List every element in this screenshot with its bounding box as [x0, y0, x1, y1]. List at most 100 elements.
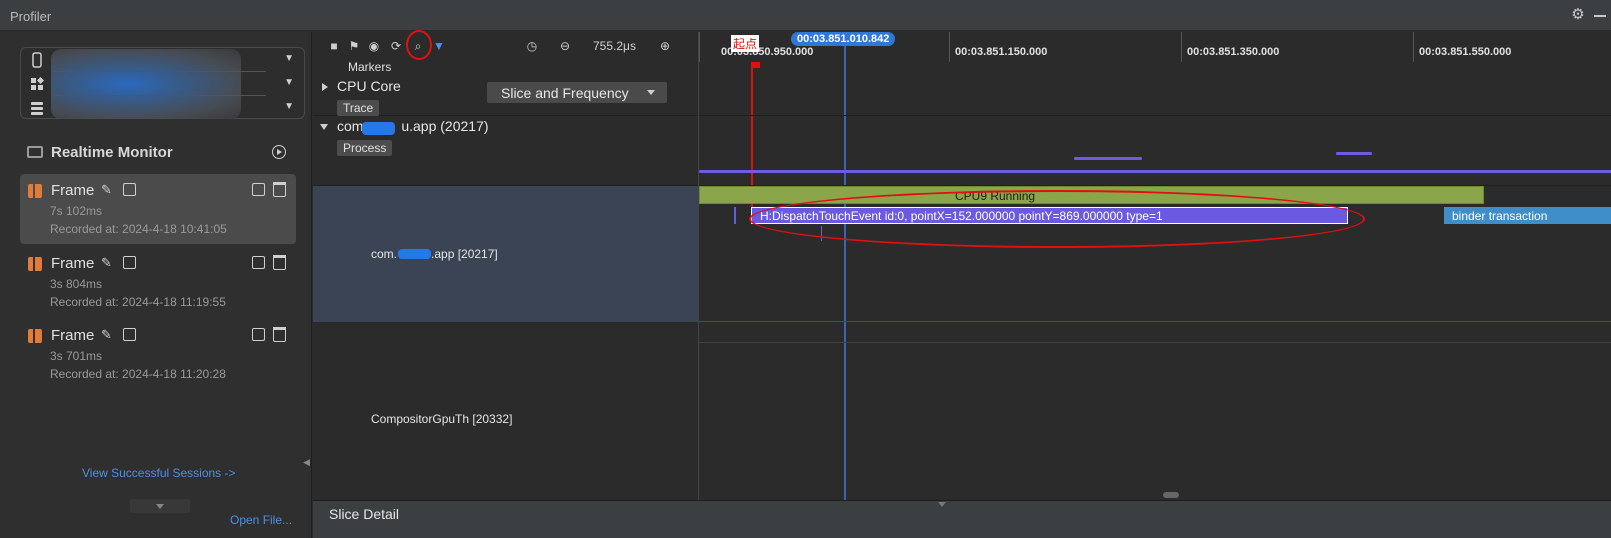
device-selector: ▼ ▼ ▼	[20, 47, 305, 119]
annotation-circle	[406, 30, 432, 60]
time-tick: 00:03.851.150.000	[955, 46, 1048, 58]
session-name: Frame	[51, 327, 95, 344]
timeline-toolbar: ■ ⚑ ◉ ⟳ ⌕ ▼ ◷ ⊖ 755.2μs ⊕	[313, 30, 698, 60]
process-track[interactable]	[699, 116, 1611, 186]
thread-slices[interactable]: CPU9 Running H:DispatchTouchEvent id:0, …	[699, 186, 1611, 322]
stop-icon[interactable]: ■	[328, 40, 340, 52]
title-bar: Profiler ⚙	[0, 0, 1611, 31]
phone-icon	[32, 52, 42, 68]
process-activity-bar[interactable]	[699, 170, 1611, 173]
flag-icon[interactable]: ⚑	[348, 40, 360, 52]
apps-icon	[31, 76, 45, 90]
binder-transaction-slice[interactable]: binder transaction	[1444, 207, 1611, 224]
save-icon[interactable]	[252, 328, 265, 341]
session-name: Frame	[51, 182, 95, 199]
sync-icon[interactable]: ⟳	[390, 40, 402, 52]
minimize-icon[interactable]	[1594, 15, 1606, 17]
chevron-down-icon: ▼	[284, 101, 294, 112]
zoom-level: 755.2μs	[593, 39, 636, 53]
time-tick: 00:03.851.550.000	[1419, 46, 1512, 58]
compositor-track[interactable]	[699, 342, 1611, 343]
edit-icon[interactable]: ✎	[101, 183, 115, 197]
slice-label: binder transaction	[1452, 209, 1548, 223]
marker-annotation: 起点	[731, 35, 760, 52]
edit-icon[interactable]: ✎	[101, 328, 115, 342]
cpu-core-track-header[interactable]: CPU Core Trace Slice and Frequency	[313, 76, 698, 116]
monitor-icon	[27, 146, 43, 158]
frame-icon	[28, 257, 42, 271]
dropdown-label: Slice and Frequency	[501, 85, 629, 101]
trace-tag: Trace	[337, 100, 380, 116]
session-duration: 3s 701ms	[50, 349, 103, 363]
clock-icon[interactable]: ◷	[526, 40, 538, 52]
slice-frequency-dropdown[interactable]: Slice and Frequency	[487, 82, 667, 103]
document-icon[interactable]	[123, 256, 136, 269]
chevron-down-icon: ▼	[284, 53, 294, 64]
timeline-view: ■ ⚑ ◉ ⟳ ⌕ ▼ ◷ ⊖ 755.2μs ⊕ Markers CPU Co…	[313, 30, 1611, 500]
session-recorded-at: Recorded at: 2024-4-18 11:19:55	[50, 295, 226, 309]
time-cursor-badge[interactable]: 00:03.851.010.842	[791, 32, 896, 46]
annotation-ellipse	[749, 190, 1365, 248]
sessions-panel: ▼ ▼ ▼ Realtime Monitor Frame ✎ 7s 102ms …	[0, 32, 312, 538]
cpu-core-track[interactable]	[699, 76, 1611, 116]
session-duration: 7s 102ms	[50, 204, 103, 218]
zoom-out-icon[interactable]: ⊖	[559, 40, 571, 52]
expand-handle-icon[interactable]	[938, 502, 946, 507]
chevron-down-icon: ▼	[284, 77, 294, 88]
trash-icon[interactable]	[273, 182, 286, 197]
session-item[interactable]: Frame ✎ 3s 804ms Recorded at: 2024-4-18 …	[20, 247, 296, 317]
template-dropdown[interactable]: ▼	[21, 96, 306, 120]
globe-icon[interactable]: ◉	[368, 40, 380, 52]
window-title: Profiler	[10, 9, 52, 24]
panel-collapse-arrow-icon[interactable]: ◀	[303, 457, 311, 477]
small-slice[interactable]	[734, 207, 736, 224]
collapse-handle[interactable]	[130, 499, 190, 513]
layers-icon	[31, 102, 43, 115]
slice-detail-panel: Slice Detail	[313, 500, 1611, 538]
realtime-monitor[interactable]: Realtime Monitor	[20, 139, 305, 169]
zoom-in-icon[interactable]: ⊕	[659, 40, 671, 52]
session-item[interactable]: Frame ✎ 7s 102ms Recorded at: 2024-4-18 …	[20, 174, 296, 244]
redaction-mark	[398, 249, 431, 259]
cpu-core-title: CPU Core	[337, 78, 401, 94]
session-recorded-at: Recorded at: 2024-4-18 10:41:05	[50, 222, 227, 236]
trash-icon[interactable]	[273, 255, 286, 270]
frame-icon	[28, 184, 42, 198]
filter-icon[interactable]: ▼	[433, 40, 445, 52]
edit-icon[interactable]: ✎	[101, 256, 115, 270]
process-tag: Process	[337, 140, 393, 156]
redaction-mark	[362, 122, 395, 135]
timeline-canvas[interactable]: 00:03.850.950.000 00:03.851.150.000 00:0…	[698, 32, 1611, 500]
save-icon[interactable]	[252, 183, 265, 196]
device-dropdown[interactable]: ▼	[21, 48, 306, 72]
open-file-link[interactable]: Open File...	[230, 513, 292, 527]
expand-arrow-icon[interactable]	[322, 83, 328, 91]
time-tick: 00:03.851.350.000	[1187, 46, 1280, 58]
play-icon[interactable]	[272, 145, 286, 159]
horizontal-scrollbar[interactable]	[1163, 492, 1179, 498]
document-icon[interactable]	[123, 183, 136, 196]
thread-name: CompositorGpuTh [20332]	[371, 412, 513, 426]
app-dropdown[interactable]: ▼	[21, 72, 306, 96]
marker-flag-icon[interactable]	[752, 62, 760, 68]
thread-track-main[interactable]: com. .app [20217]	[313, 186, 698, 322]
process-activity-bar[interactable]	[1074, 157, 1142, 160]
process-activity-bar[interactable]	[1336, 152, 1372, 155]
view-successful-sessions-link[interactable]: View Successful Sessions ->	[82, 466, 236, 480]
chevron-down-icon	[647, 90, 655, 95]
collapse-arrow-icon[interactable]	[320, 124, 328, 130]
trash-icon[interactable]	[273, 327, 286, 342]
gear-icon[interactable]: ⚙	[1570, 7, 1586, 23]
slice-detail-title: Slice Detail	[329, 506, 400, 522]
process-title: com. u.app (20217)	[337, 118, 489, 134]
realtime-monitor-label: Realtime Monitor	[51, 144, 173, 161]
save-icon[interactable]	[252, 256, 265, 269]
session-duration: 3s 804ms	[50, 277, 103, 291]
process-track-header[interactable]: com. u.app (20217) Process	[313, 116, 698, 186]
session-item[interactable]: Frame ✎ 3s 701ms Recorded at: 2024-4-18 …	[20, 319, 296, 389]
session-name: Frame	[51, 255, 95, 272]
thread-name: com. .app [20217]	[371, 247, 498, 261]
session-recorded-at: Recorded at: 2024-4-18 11:20:28	[50, 367, 226, 381]
document-icon[interactable]	[123, 328, 136, 341]
thread-track-compositor[interactable]: CompositorGpuTh [20332]	[313, 322, 698, 500]
